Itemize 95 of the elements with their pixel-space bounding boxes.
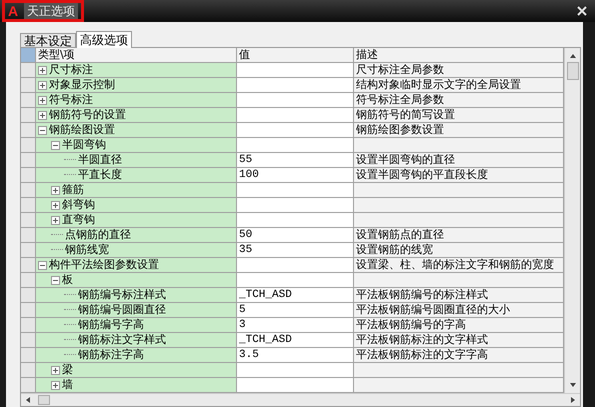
- value-cell[interactable]: [237, 183, 354, 198]
- expand-icon[interactable]: [51, 200, 60, 210]
- collapse-icon[interactable]: [38, 126, 47, 134]
- value-cell[interactable]: [237, 213, 354, 228]
- horizontal-scrollbar[interactable]: [21, 393, 580, 406]
- row-header-cell[interactable]: [21, 78, 36, 93]
- description-cell: 设置梁、柱、墙的标注文字和钢筋的宽度: [354, 258, 564, 273]
- row-header-cell[interactable]: [21, 303, 36, 318]
- scroll-up-icon[interactable]: [568, 52, 576, 60]
- tree-item[interactable]: 梁: [62, 363, 73, 377]
- description-cell: 设置半圆弯钩的平直段长度: [354, 168, 564, 183]
- value-cell[interactable]: [237, 198, 354, 213]
- scroll-left-icon[interactable]: [24, 396, 32, 404]
- row-header-cell[interactable]: [21, 243, 36, 258]
- collapse-icon[interactable]: [38, 260, 47, 270]
- row-header-cell[interactable]: [21, 183, 36, 198]
- description-cell: 设置钢筋的线宽: [354, 243, 564, 258]
- row-header-cell[interactable]: [21, 63, 36, 78]
- row-header-cell[interactable]: [21, 333, 36, 348]
- expand-icon[interactable]: [38, 96, 47, 104]
- value-cell[interactable]: [237, 378, 354, 393]
- close-icon[interactable]: [575, 4, 589, 18]
- value-cell[interactable]: [237, 273, 354, 288]
- value-cell[interactable]: [237, 63, 354, 78]
- description-cell: 尺寸标注全局参数: [354, 63, 564, 78]
- row-header-cell[interactable]: [21, 318, 36, 333]
- row-header-cell[interactable]: [21, 258, 36, 273]
- description-cell: 平法板钢筋标注的文字字高: [354, 348, 564, 363]
- tab[interactable]: 基本设定: [20, 33, 76, 47]
- description-cell: 钢筋绘图参数设置: [354, 123, 564, 138]
- row-header-cell[interactable]: [21, 213, 36, 228]
- row-header-cell[interactable]: [21, 228, 36, 243]
- collapse-icon[interactable]: [51, 140, 60, 150]
- expand-icon[interactable]: [51, 186, 60, 194]
- expand-icon[interactable]: [51, 216, 60, 224]
- value-cell[interactable]: 100: [237, 168, 354, 183]
- value-cell[interactable]: 3: [237, 318, 354, 333]
- scroll-down-icon[interactable]: [568, 381, 576, 389]
- value-cell[interactable]: [237, 108, 354, 123]
- tree-item[interactable]: 斜弯钩: [62, 198, 95, 212]
- column-header[interactable]: 值: [237, 48, 354, 63]
- value-cell[interactable]: [237, 78, 354, 93]
- tree-item[interactable]: 直弯钩: [62, 213, 95, 227]
- row-header-cell[interactable]: [21, 288, 36, 303]
- description-cell: 符号标注全局参数: [354, 93, 564, 108]
- value-cell[interactable]: 35: [237, 243, 354, 258]
- expand-icon[interactable]: [38, 66, 47, 74]
- expand-icon[interactable]: [38, 80, 47, 90]
- scroll-thumb[interactable]: [38, 395, 50, 405]
- tree-item[interactable]: 板: [62, 273, 73, 287]
- description-cell: 平法板钢筋编号的字高: [354, 318, 564, 333]
- scroll-thumb[interactable]: [566, 62, 578, 80]
- value-cell[interactable]: 55: [237, 153, 354, 168]
- description-cell: 钢筋符号的简写设置: [354, 108, 564, 123]
- description-cell: 结构对象临时显示文字的全局设置: [354, 78, 564, 93]
- value-cell[interactable]: [237, 138, 354, 153]
- row-header-cell[interactable]: [21, 198, 36, 213]
- column-header[interactable]: 类型\项: [36, 48, 237, 63]
- value-cell[interactable]: 3.5: [237, 348, 354, 363]
- value-cell[interactable]: [237, 93, 354, 108]
- app-logo: A: [8, 3, 18, 19]
- row-header-cell[interactable]: [21, 363, 36, 378]
- description-cell: 设置半圆弯钩的直径: [354, 153, 564, 168]
- value-cell[interactable]: 5: [237, 303, 354, 318]
- expand-icon[interactable]: [51, 366, 60, 374]
- tree-item[interactable]: 墙: [62, 378, 73, 392]
- vertical-scrollbar[interactable]: [564, 48, 580, 393]
- row-header-cell[interactable]: [21, 378, 36, 393]
- expand-icon[interactable]: [51, 380, 60, 390]
- value-cell[interactable]: [237, 258, 354, 273]
- row-header-cell[interactable]: [21, 123, 36, 138]
- row-header-cell[interactable]: [21, 273, 36, 288]
- row-header-cell[interactable]: [21, 138, 36, 153]
- collapse-icon[interactable]: [51, 276, 60, 284]
- row-header-cell[interactable]: [21, 168, 36, 183]
- value-cell[interactable]: 50: [237, 228, 354, 243]
- description-cell: 设置钢筋点的直径: [354, 228, 564, 243]
- value-cell[interactable]: [237, 123, 354, 138]
- value-cell[interactable]: _TCH_ASD: [237, 288, 354, 303]
- row-header-cell[interactable]: [21, 108, 36, 123]
- column-header[interactable]: 描述: [354, 48, 564, 63]
- value-cell[interactable]: _TCH_ASD: [237, 333, 354, 348]
- description-cell: 平法板钢筋编号的标注样式: [354, 288, 564, 303]
- row-header-cell[interactable]: [21, 153, 36, 168]
- row-header-cell[interactable]: [21, 93, 36, 108]
- description-cell: 平法板钢筋编号圆圈直径的大小: [354, 303, 564, 318]
- description-cell: 平法板钢筋标注的文字样式: [354, 333, 564, 348]
- expand-icon[interactable]: [38, 110, 47, 120]
- corner-cell[interactable]: [21, 48, 36, 63]
- tab[interactable]: 高级选项: [76, 31, 132, 48]
- row-header-cell[interactable]: [21, 348, 36, 363]
- scroll-right-icon[interactable]: [569, 396, 577, 404]
- tree-item[interactable]: 箍筋: [62, 183, 84, 197]
- value-cell[interactable]: [237, 363, 354, 378]
- window-title: 天正选项: [24, 2, 78, 20]
